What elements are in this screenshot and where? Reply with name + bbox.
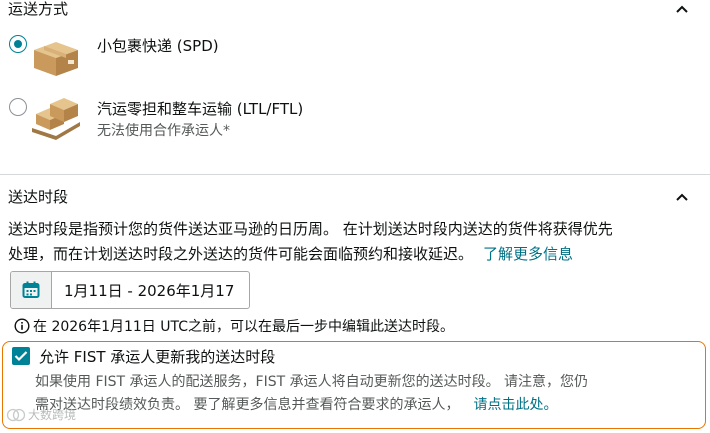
delivery-window-description: 送达时段是指预计您的货件送达亚马逊的日历周。 在计划送达时段内送达的货件将获得优… [8,217,698,267]
calendar-icon [22,281,40,298]
shipping-method-title: 运送方式 [8,0,69,18]
radio-ltl-ftl[interactable] [9,98,27,116]
edit-deadline-info: 在 2026年1月11日 UTC之前，可以在最后一步中编辑此送达时段。 [14,316,454,336]
radio-spd[interactable] [9,35,27,53]
watermark-logo-icon [6,408,26,421]
description-line-1: 送达时段是指预计您的货件送达亚马逊的日历周。 在计划送达时段内送达的货件将获得优… [8,220,613,238]
section-divider [0,174,710,175]
small-parcel-box-icon [34,42,78,76]
fist-description-line-1: 如果使用 FIST 承运人的配送服务，FIST 承运人将自动更新您的送达时段。 … [35,374,589,390]
click-here-link[interactable]: 请点击此处。 [473,397,557,413]
option-spd-label: 小包裹快递 (SPD) [97,37,219,55]
description-line-2: 处理，而在计划送达时段之外送达的货件可能会面临预约和接收延迟。 了解更多信息 [8,242,698,267]
date-range-value: 1月11日 - 2026年1月17 [64,281,235,300]
date-range-picker[interactable]: 1月11日 - 2026年1月17 [10,271,250,309]
fist-description-line-2: 需对送达时段绩效负责。 要了解更多信息并查看符合要求的承运人， 请点击此处。 [35,394,705,417]
pallet-boxes-icon [32,98,80,140]
fist-description-line-2-text: 需对送达时段绩效负责。 要了解更多信息并查看符合要求的承运人， [35,397,460,413]
fist-description: 如果使用 FIST 承运人的配送服务，FIST 承运人将自动更新您的送达时段。 … [35,371,705,417]
watermark: 大数跨境 [6,406,76,423]
delivery-window-title: 送达时段 [8,188,69,206]
info-text: 在 2026年1月11日 UTC之前，可以在最后一步中编辑此送达时段。 [33,319,455,335]
fist-checkbox-label[interactable]: 允许 FIST 承运人更新我的送达时段 [39,346,275,367]
calendar-button[interactable] [11,272,52,308]
watermark-text: 大数跨境 [28,408,77,422]
option-ltl-ftl-sublabel: 无法使用合作承运人* [97,123,230,139]
info-icon [14,318,30,334]
description-line-2-text: 处理，而在计划送达时段之外送达的货件可能会面临预约和接收延迟。 [8,245,474,263]
chevron-up-icon[interactable] [675,4,689,14]
fist-checkbox[interactable] [12,347,30,365]
option-ltl-ftl-label: 汽运零担和整车运输 (LTL/FTL) [97,100,304,118]
checkmark-icon [14,351,28,362]
chevron-up-icon[interactable] [675,192,689,202]
learn-more-link[interactable]: 了解更多信息 [483,245,573,263]
